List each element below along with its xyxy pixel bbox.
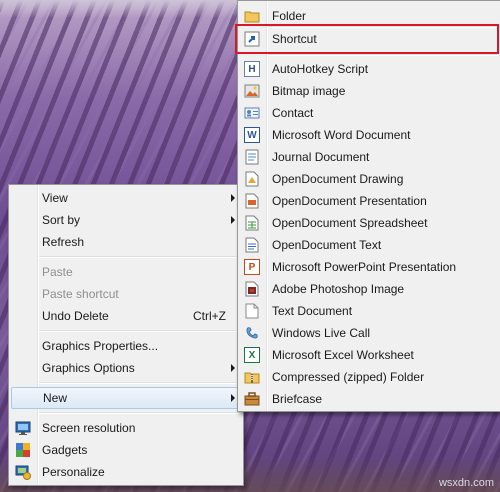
menu-item-label: Journal Document [272,150,370,164]
menu-separator [39,330,241,332]
menu-item-label: Graphics Options [42,361,135,375]
opendocument-text-icon [244,237,260,253]
windows-live-call-icon [244,325,260,341]
menu-item-sort-by[interactable]: Sort by [11,209,241,231]
menu-item-label: View [42,191,68,205]
new-item-autohotkey-script[interactable]: H AutoHotkey Script [240,58,498,80]
menu-separator [39,256,241,258]
menu-item-label: Gadgets [42,443,88,457]
bitmap-image-icon [244,83,260,99]
menu-item-screen-resolution[interactable]: Screen resolution [11,417,241,439]
menu-item-new[interactable]: New [11,387,241,409]
opendocument-drawing-icon [244,171,260,187]
menu-item-shortcut: Ctrl+Z [193,309,226,323]
new-item-opendocument-text[interactable]: OpenDocument Text [240,234,498,256]
new-item-powerpoint-presentation[interactable]: P Microsoft PowerPoint Presentation [240,256,498,278]
word-document-icon: W [244,127,260,143]
menu-item-graphics-options[interactable]: Graphics Options [11,357,241,379]
menu-item-label: Adobe Photoshop Image [272,282,405,296]
new-item-text-document[interactable]: Text Document [240,300,498,322]
menu-item-label: Undo Delete [42,309,109,323]
menu-separator [39,382,241,384]
new-item-opendocument-presentation[interactable]: OpenDocument Presentation [240,190,498,212]
menu-item-label: Personalize [42,465,105,479]
menu-item-refresh[interactable]: Refresh [11,231,241,253]
new-item-word-document[interactable]: W Microsoft Word Document [240,124,498,146]
menu-item-label: Microsoft PowerPoint Presentation [272,260,457,274]
menu-item-label: AutoHotkey Script [272,62,369,76]
submenu-arrow-icon [231,394,235,402]
new-item-contact[interactable]: Contact [240,102,498,124]
menu-item-label: Contact [272,106,314,120]
menu-item-label: New [43,391,68,405]
new-item-excel-worksheet[interactable]: X Microsoft Excel Worksheet [240,344,498,366]
new-item-opendocument-drawing[interactable]: OpenDocument Drawing [240,168,498,190]
menu-item-label: Screen resolution [42,421,136,435]
menu-item-paste-shortcut[interactable]: Paste shortcut [11,283,241,305]
menu-item-paste[interactable]: Paste [11,261,241,283]
menu-item-label: Windows Live Call [272,326,371,340]
text-document-icon [244,303,260,319]
powerpoint-presentation-icon: P [244,259,260,275]
journal-document-icon [244,149,260,165]
folder-icon [244,8,260,24]
shortcut-highlight-outline [235,24,499,54]
new-item-zipped-folder[interactable]: Compressed (zipped) Folder [240,366,498,388]
opendocument-spreadsheet-icon [244,215,260,231]
menu-item-label: Paste shortcut [42,287,119,301]
watermark: wsxdn.com [438,477,494,489]
menu-item-label: Paste [42,265,73,279]
new-item-bitmap-image[interactable]: Bitmap image [240,80,498,102]
menu-item-graphics-properties[interactable]: Graphics Properties... [11,335,241,357]
menu-separator [268,54,498,56]
zipped-folder-icon [244,369,260,385]
menu-item-undo-delete[interactable]: Undo Delete Ctrl+Z [11,305,241,327]
gadgets-icon [15,442,31,458]
contact-icon [244,105,260,121]
excel-worksheet-icon: X [244,347,260,363]
menu-item-label: Graphics Properties... [42,339,159,353]
personalize-icon [15,464,31,480]
menu-item-label: Briefcase [272,392,323,406]
menu-item-label: Bitmap image [272,84,346,98]
autohotkey-script-icon: H [244,61,260,77]
screen-resolution-icon [15,420,31,436]
briefcase-icon [244,391,260,407]
submenu-arrow-icon [231,364,235,372]
menu-item-label: Compressed (zipped) Folder [272,370,425,384]
new-item-windows-live-call[interactable]: Windows Live Call [240,322,498,344]
new-item-briefcase[interactable]: Briefcase [240,388,498,410]
submenu-arrow-icon [231,216,235,224]
menu-item-label: Microsoft Word Document [272,128,411,142]
menu-item-label: Sort by [42,213,81,227]
menu-item-label: OpenDocument Text [272,238,382,252]
new-submenu: Folder Shortcut H AutoHotkey Script Bitm… [237,0,500,412]
opendocument-presentation-icon [244,193,260,209]
menu-separator [39,412,241,414]
menu-item-personalize[interactable]: Personalize [11,461,241,483]
menu-item-label: OpenDocument Spreadsheet [272,216,428,230]
desktop-context-menu: View Sort by Refresh Paste Paste shortcu… [8,184,244,486]
menu-item-label: Microsoft Excel Worksheet [272,348,414,362]
submenu-arrow-icon [231,194,235,202]
menu-item-gadgets[interactable]: Gadgets [11,439,241,461]
menu-item-label: OpenDocument Drawing [272,172,404,186]
menu-item-label: Refresh [42,235,85,249]
new-item-opendocument-spreadsheet[interactable]: OpenDocument Spreadsheet [240,212,498,234]
new-item-journal-document[interactable]: Journal Document [240,146,498,168]
new-item-photoshop-image[interactable]: Adobe Photoshop Image [240,278,498,300]
photoshop-image-icon [244,281,260,297]
menu-item-label: Text Document [272,304,353,318]
menu-item-label: OpenDocument Presentation [272,194,427,208]
menu-item-view[interactable]: View [11,187,241,209]
